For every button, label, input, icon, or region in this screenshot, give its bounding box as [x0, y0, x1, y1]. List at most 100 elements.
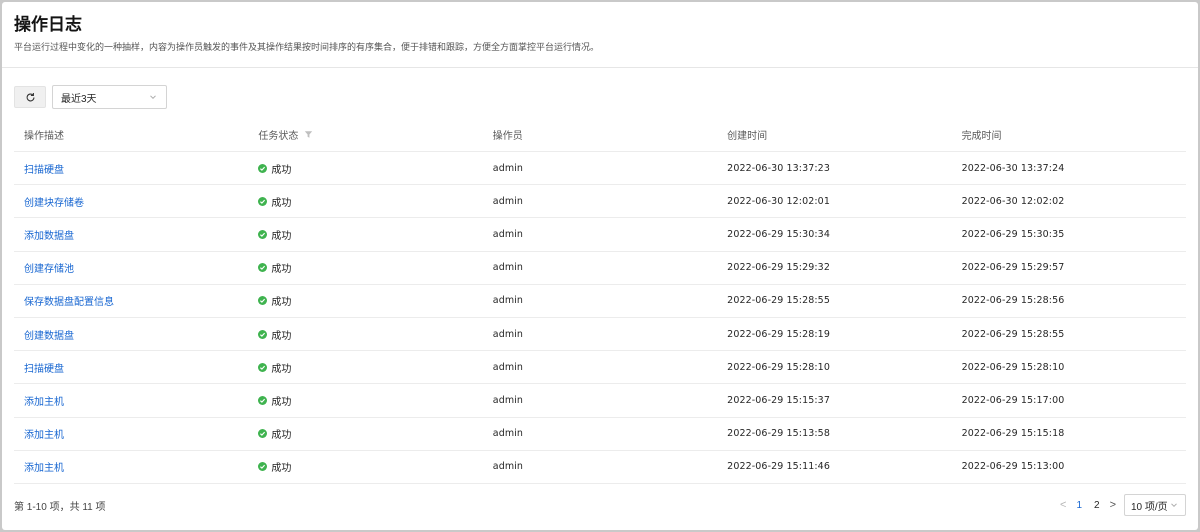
finished-time: 2022-06-29 15:30:35: [961, 228, 1065, 240]
refresh-icon: [26, 92, 34, 101]
table-row: 扫描硬盘 成功 admin 2022-06-29 15:28:10 2022-06-29…: [14, 351, 1186, 385]
created-cell: 2022-06-29 15:13:58: [717, 428, 951, 439]
finished-cell: 2022-06-29 15:29:57: [952, 262, 1186, 273]
finished-time: 2022-06-29 15:28:56: [961, 295, 1065, 307]
page-1-button[interactable]: 1: [1074, 500, 1084, 511]
created-cell: 2022-06-30 12:02:01: [717, 196, 951, 207]
status-cell: 成功: [248, 426, 482, 441]
description-cell: 创建块存储卷: [14, 194, 248, 209]
finished-cell: 2022-06-30 12:02:02: [952, 196, 1186, 207]
time-range-value: 最近3天: [61, 93, 97, 105]
operator-name: admin: [492, 262, 524, 274]
toolbar: 最近3天: [14, 85, 167, 109]
next-page-button[interactable]: >: [1110, 499, 1116, 511]
description-cell: 创建存储池: [14, 260, 248, 275]
column-header-created: 创建时间: [727, 131, 768, 142]
status-text: 成功: [271, 297, 292, 309]
finished-cell: 2022-06-29 15:28:10: [952, 362, 1186, 373]
finished-cell: 2022-06-29 15:28:55: [952, 329, 1186, 340]
finished-time: 2022-06-29 15:28:55: [961, 328, 1065, 340]
operation-link[interactable]: 扫描硬盘: [24, 360, 64, 375]
created-cell: 2022-06-30 13:37:23: [717, 163, 951, 174]
status-cell: 成功: [248, 393, 482, 408]
created-time: 2022-06-29 15:29:32: [727, 262, 830, 274]
finished-time: 2022-06-29 15:28:10: [961, 361, 1065, 373]
column-header-description: 操作描述: [24, 131, 64, 142]
status-text: 成功: [271, 330, 292, 342]
operator-cell: admin: [483, 428, 717, 439]
status-text: 成功: [271, 230, 292, 242]
page-description: 平台运行过程中变化的一种抽样，内容为操作员触发的事件及其操作结果按时间排序的有序…: [14, 42, 600, 52]
pagination-summary: 第 1-10 项，共 11 项: [14, 501, 106, 513]
created-cell: 2022-06-29 15:28:19: [717, 329, 951, 340]
operation-link[interactable]: 创建存储池: [24, 260, 74, 275]
finished-cell: 2022-06-29 15:28:56: [952, 295, 1186, 306]
finished-time: 2022-06-29 15:13:00: [961, 461, 1065, 473]
table-row: 添加数据盘 成功 admin 2022-06-29 15:30:34 2022-06-2…: [14, 218, 1186, 252]
operation-link[interactable]: 保存数据盘配置信息: [24, 293, 114, 308]
operator-cell: admin: [483, 461, 717, 472]
finished-cell: 2022-06-29 15:30:35: [952, 229, 1186, 240]
operation-link[interactable]: 添加主机: [24, 426, 64, 441]
operation-link[interactable]: 添加主机: [24, 459, 64, 474]
success-check-icon: [258, 163, 268, 173]
chevron-down-icon: [150, 95, 156, 100]
description-cell: 保存数据盘配置信息: [14, 293, 248, 308]
created-time: 2022-06-30 12:02:01: [727, 195, 830, 207]
created-cell: 2022-06-29 15:30:34: [717, 229, 951, 240]
operator-name: admin: [492, 361, 524, 373]
success-check-icon: [258, 462, 268, 472]
finished-cell: 2022-06-30 13:37:24: [952, 163, 1186, 174]
description-cell: 扫描硬盘: [14, 360, 248, 375]
time-range-select[interactable]: 最近3天: [52, 85, 167, 109]
status-text: 成功: [271, 363, 292, 375]
table-row: 添加主机 成功 admin 2022-06-29 15:15:37 2022-06-29…: [14, 384, 1186, 418]
page-header: 操作日志 平台运行过程中变化的一种抽样，内容为操作员触发的事件及其操作结果按时间…: [2, 2, 1198, 68]
operator-cell: admin: [483, 295, 717, 306]
operator-cell: admin: [483, 229, 717, 240]
created-time: 2022-06-30 13:37:23: [727, 162, 830, 174]
page-size-select[interactable]: 10 项/页: [1124, 494, 1186, 516]
page-2-button[interactable]: 2: [1092, 500, 1102, 511]
operator-name: admin: [492, 428, 524, 440]
status-cell: 成功: [248, 327, 482, 342]
refresh-button[interactable]: [14, 86, 46, 108]
operation-log-page: 操作日志 平台运行过程中变化的一种抽样，内容为操作员触发的事件及其操作结果按时间…: [2, 2, 1198, 530]
operation-link[interactable]: 创建数据盘: [24, 327, 74, 342]
created-time: 2022-06-29 15:15:37: [727, 394, 830, 406]
created-cell: 2022-06-29 15:28:10: [717, 362, 951, 373]
operation-link[interactable]: 添加主机: [24, 393, 64, 408]
status-text: 成功: [271, 396, 292, 408]
operation-link[interactable]: 扫描硬盘: [24, 161, 64, 176]
status-text: 成功: [271, 430, 292, 442]
finished-cell: 2022-06-29 15:13:00: [952, 461, 1186, 472]
success-check-icon: [258, 429, 268, 439]
operator-cell: admin: [483, 362, 717, 373]
finished-time: 2022-06-30 13:37:24: [961, 162, 1065, 174]
prev-page-button[interactable]: <: [1060, 499, 1066, 511]
pagination: < 1 2 > 10 项/页: [1060, 494, 1186, 516]
filter-icon[interactable]: [303, 129, 314, 140]
operator-cell: admin: [483, 163, 717, 174]
table-row: 创建存储池 成功 admin 2022-06-29 15:29:32 2022-06-2…: [14, 252, 1186, 285]
created-time: 2022-06-29 15:30:34: [727, 228, 830, 240]
page-size-value: 10 项/页: [1131, 501, 1168, 513]
status-text: 成功: [271, 164, 292, 176]
created-time: 2022-06-29 15:13:58: [727, 428, 830, 440]
created-time: 2022-06-29 15:28:55: [727, 295, 830, 307]
success-check-icon: [258, 229, 268, 239]
operation-link[interactable]: 添加数据盘: [24, 227, 74, 242]
success-check-icon: [258, 296, 268, 306]
status-cell: 成功: [248, 260, 482, 275]
created-cell: 2022-06-29 15:28:55: [717, 295, 951, 306]
operator-name: admin: [492, 228, 524, 240]
operation-link[interactable]: 创建块存储卷: [24, 194, 84, 209]
chevron-down-icon: [1171, 503, 1177, 508]
success-check-icon: [258, 362, 268, 372]
operator-name: admin: [492, 162, 524, 174]
operator-cell: admin: [483, 196, 717, 207]
finished-cell: 2022-06-29 15:15:18: [952, 428, 1186, 439]
success-check-icon: [258, 196, 268, 206]
table-body: 扫描硬盘 成功 admin 2022-06-30 13:37:23 2022-06-30…: [14, 152, 1186, 484]
description-cell: 创建数据盘: [14, 327, 248, 342]
